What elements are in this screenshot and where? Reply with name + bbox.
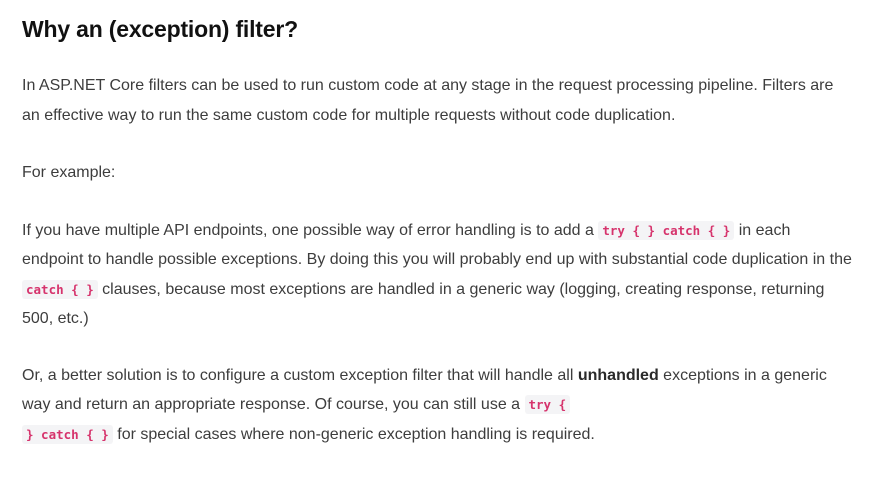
paragraph-better-solution: Or, a better solution is to configure a … (22, 361, 853, 450)
text-run: for special cases where non-generic exce… (112, 425, 595, 443)
paragraph-example-label: For example: (22, 164, 116, 181)
emphasis-unhandled: unhandled (577, 366, 659, 384)
article: Why an (exception) filter? In ASP.NET Co… (0, 0, 875, 449)
inline-code-try-open: try { (524, 395, 571, 414)
text-run: If you have multiple API endpoints, one … (22, 221, 599, 239)
inline-code-catch-close: } catch { } (22, 424, 113, 444)
inline-code-try-catch: try { } catch { } (598, 220, 735, 240)
paragraph-intro: In ASP.NET Core filters can be used to r… (22, 77, 834, 124)
section-heading: Why an (exception) filter? (22, 16, 298, 42)
inline-code-catch: catch { } (22, 279, 98, 299)
paragraph-endpoints: If you have multiple API endpoints, one … (22, 216, 853, 334)
text-run: Or, a better solution is to configure a … (22, 366, 578, 384)
text-run: clauses, because most exceptions are han… (22, 280, 825, 328)
